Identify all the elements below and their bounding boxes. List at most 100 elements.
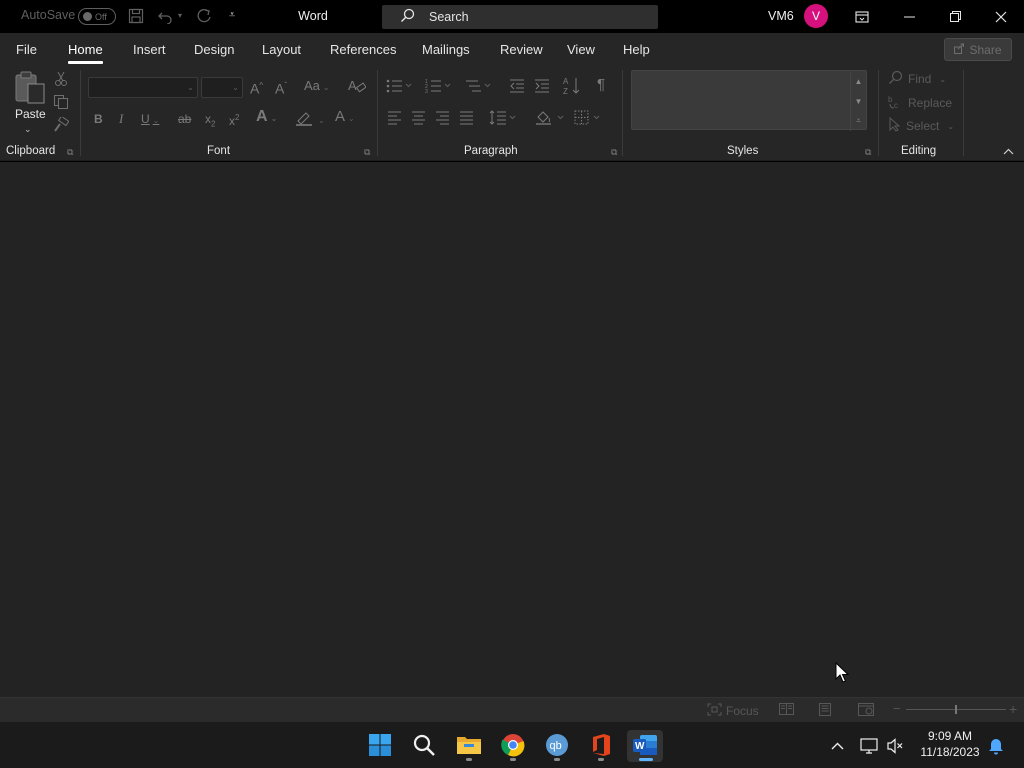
focus-icon	[707, 703, 722, 719]
font-name-combo[interactable]: ⌄	[88, 77, 198, 98]
tab-view[interactable]: View	[567, 42, 595, 57]
chevron-down-icon: ⌄	[187, 83, 194, 92]
bullets-icon[interactable]	[386, 78, 412, 98]
copy-icon[interactable]	[53, 94, 69, 114]
change-case-icon[interactable]: Aa ⌄	[304, 78, 330, 96]
tab-references[interactable]: References	[330, 42, 396, 57]
paste-label[interactable]: Paste	[15, 106, 46, 122]
numbering-icon[interactable]: 123	[425, 78, 451, 98]
search-icon	[400, 8, 415, 26]
find-button[interactable]: Find ⌄	[888, 70, 946, 88]
taskbar-start-button[interactable]	[362, 730, 398, 762]
highlight-icon[interactable]	[295, 110, 313, 130]
tab-home[interactable]: Home	[68, 42, 103, 64]
clear-formatting-icon[interactable]: A	[348, 77, 367, 97]
subscript-icon[interactable]: x2	[205, 111, 215, 132]
taskbar-chrome[interactable]	[495, 730, 531, 762]
format-painter-icon[interactable]	[53, 115, 70, 137]
tab-insert[interactable]: Insert	[133, 42, 166, 57]
gallery-scroll-up-icon[interactable]: ▲	[850, 71, 866, 91]
zoom-out-button[interactable]: −	[893, 701, 901, 716]
show-hidden-icons-icon[interactable]	[820, 730, 854, 762]
styles-gallery[interactable]: ▲ ▼ ⩡	[631, 70, 867, 131]
paste-dropdown-icon[interactable]: ⌄	[24, 121, 32, 137]
status-bar: Focus − +	[0, 697, 1024, 721]
shrink-font-icon[interactable]: Aˇ	[275, 78, 287, 97]
taskbar-file-explorer[interactable]	[451, 730, 487, 762]
notification-bell-icon[interactable]	[980, 730, 1012, 762]
justify-icon[interactable]	[459, 110, 474, 129]
collapse-ribbon-icon[interactable]	[1003, 146, 1014, 158]
taskbar-word[interactable]: W	[627, 730, 663, 762]
volume-muted-icon[interactable]	[878, 730, 912, 762]
paragraph-group-label: Paragraph	[464, 145, 518, 157]
styles-launcher-icon[interactable]: ⧉	[865, 147, 871, 158]
title-bar: AutoSave Off ▾ ⩡ Word Search VM6 V	[0, 0, 1024, 33]
editing-group-label: Editing	[901, 145, 937, 157]
minimize-icon[interactable]	[886, 0, 932, 33]
align-right-icon[interactable]	[435, 110, 450, 129]
italic-icon[interactable]: I	[119, 111, 123, 127]
share-icon	[954, 43, 965, 57]
grow-font-icon[interactable]: A^	[250, 78, 263, 97]
gallery-scroll-down-icon[interactable]: ▼	[850, 91, 866, 111]
tab-help[interactable]: Help	[623, 42, 650, 57]
gallery-more-icon[interactable]: ⩡	[850, 111, 866, 131]
taskbar-office[interactable]	[583, 730, 619, 762]
replace-button[interactable]: bc Replace	[888, 94, 952, 112]
print-layout-icon[interactable]	[819, 703, 831, 716]
highlight-dropdown-icon[interactable]: ⌄	[315, 111, 325, 129]
user-name[interactable]: VM6	[768, 9, 794, 23]
font-launcher-icon[interactable]: ⧉	[364, 147, 370, 158]
read-mode-icon[interactable]	[779, 703, 794, 715]
group-divider	[622, 70, 623, 156]
align-center-icon[interactable]	[411, 110, 426, 129]
taskbar-search-button[interactable]	[406, 730, 442, 762]
clock-date: 11/18/2023	[920, 745, 980, 759]
select-button[interactable]: Select ⌄	[888, 116, 954, 135]
svg-text:qb: qb	[550, 740, 562, 752]
text-effects-icon[interactable]: A ⌄	[256, 109, 277, 127]
line-spacing-icon[interactable]	[489, 110, 519, 129]
web-layout-icon[interactable]	[858, 703, 874, 716]
cut-icon[interactable]	[54, 71, 68, 91]
shading-icon[interactable]	[535, 109, 567, 130]
svg-text:3: 3	[425, 89, 428, 94]
tab-file[interactable]: File	[16, 42, 37, 57]
zoom-slider-thumb[interactable]	[955, 705, 957, 714]
clock[interactable]: 9:09 AM 11/18/2023	[912, 728, 988, 760]
superscript-icon[interactable]: x2	[229, 110, 239, 129]
tab-review[interactable]: Review	[500, 42, 543, 57]
borders-icon[interactable]	[574, 110, 604, 129]
font-size-combo[interactable]: ⌄	[201, 77, 243, 98]
show-formatting-marks-icon[interactable]: ¶	[597, 77, 605, 93]
share-button[interactable]: Share	[944, 38, 1012, 61]
bold-icon[interactable]: B	[94, 111, 103, 127]
taskbar-qbittorrent[interactable]: qb	[539, 730, 575, 762]
multilevel-list-icon[interactable]	[464, 78, 492, 98]
paste-icon[interactable]	[14, 71, 46, 109]
group-divider	[878, 70, 879, 156]
svg-text:c: c	[894, 101, 898, 109]
focus-button[interactable]: Focus	[707, 703, 759, 719]
increase-indent-icon[interactable]	[534, 78, 550, 98]
decrease-indent-icon[interactable]	[509, 78, 525, 98]
sort-icon[interactable]: AZ	[563, 76, 581, 100]
paragraph-launcher-icon[interactable]: ⧉	[611, 147, 617, 158]
clipboard-launcher-icon[interactable]: ⧉	[67, 147, 73, 158]
underline-icon[interactable]: U ⌄	[141, 111, 159, 129]
search-box[interactable]: Search	[382, 5, 658, 29]
strikethrough-icon[interactable]: ab	[178, 111, 191, 127]
align-left-icon[interactable]	[387, 110, 402, 129]
document-area[interactable]	[0, 162, 1024, 697]
restore-icon[interactable]	[932, 0, 978, 33]
svg-text:b: b	[888, 95, 893, 104]
tab-mailings[interactable]: Mailings	[422, 42, 470, 57]
tab-layout[interactable]: Layout	[262, 42, 301, 57]
zoom-in-button[interactable]: +	[1009, 701, 1017, 717]
font-color-icon[interactable]: A ⌄	[335, 109, 355, 127]
avatar[interactable]: V	[804, 4, 828, 28]
close-icon[interactable]	[978, 0, 1024, 33]
tab-design[interactable]: Design	[194, 42, 234, 57]
ribbon-display-options-icon[interactable]	[839, 0, 885, 33]
